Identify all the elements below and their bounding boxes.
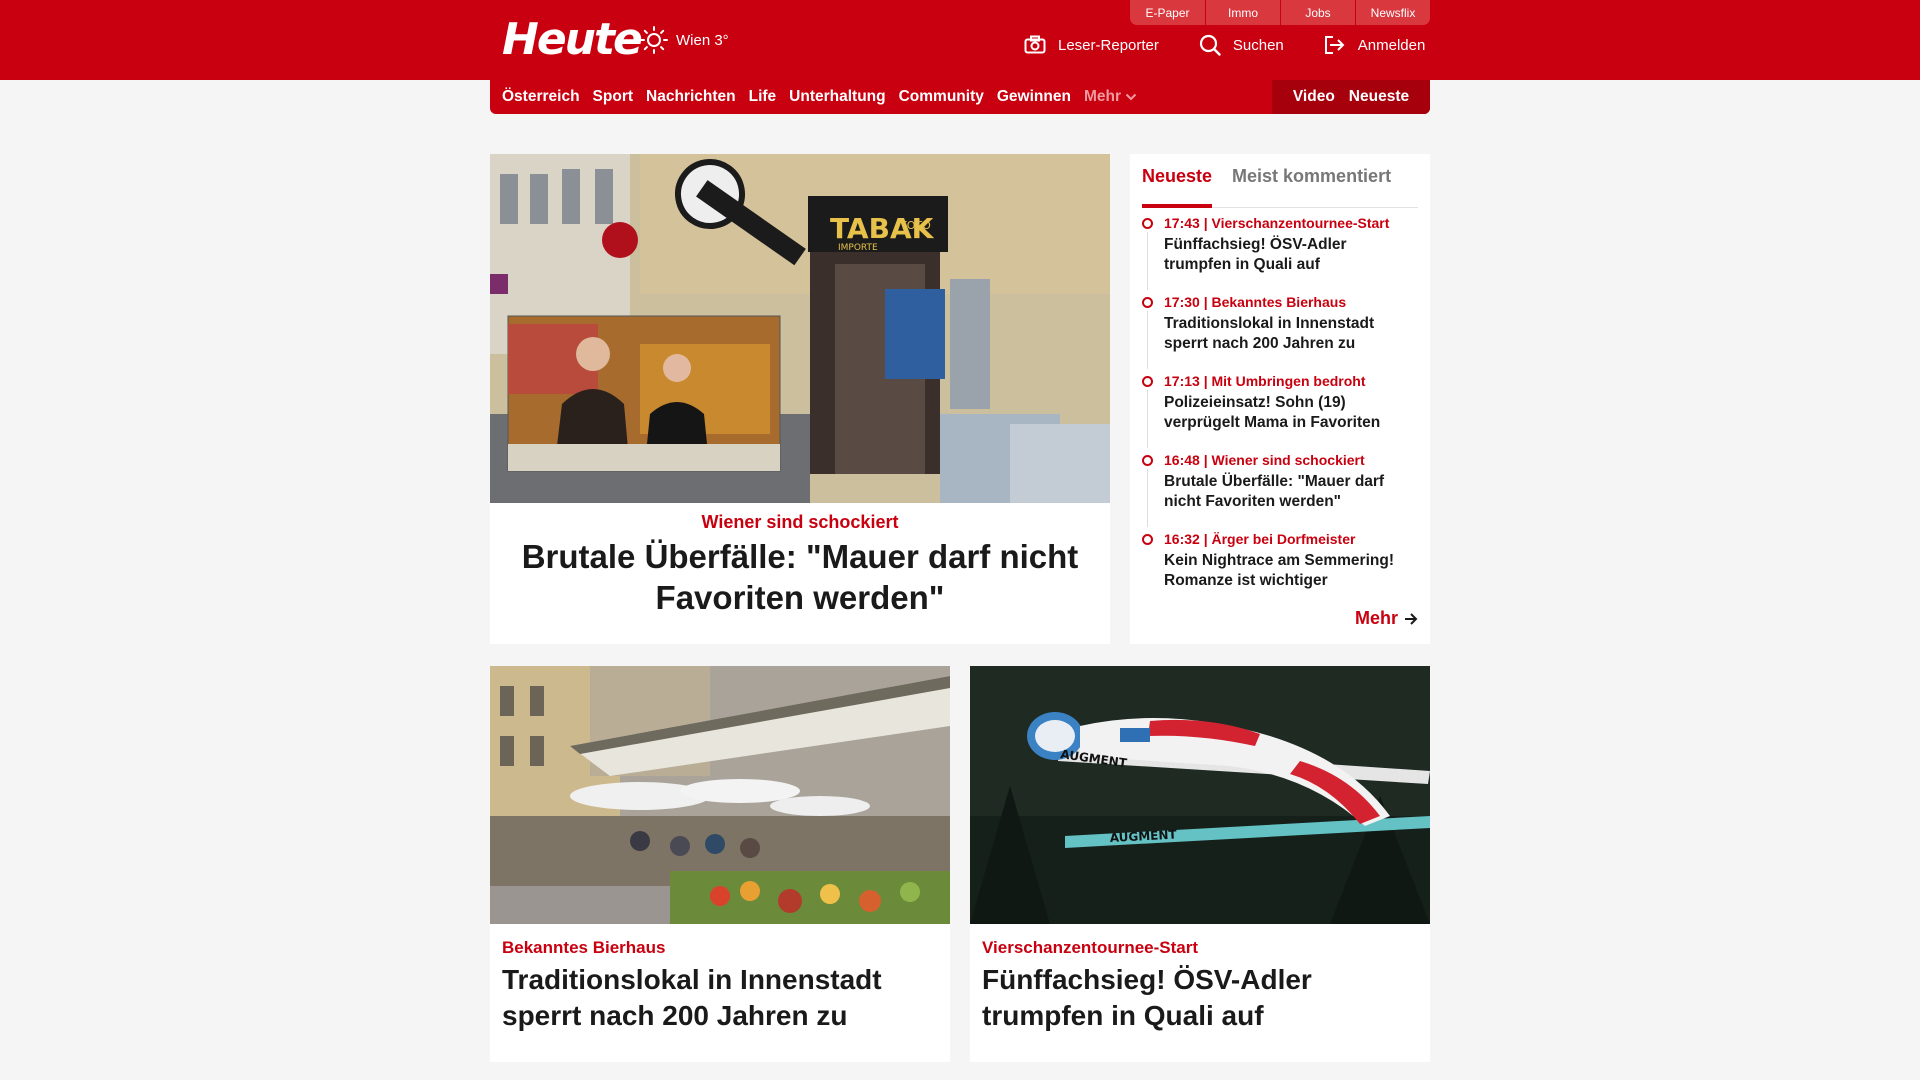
feed-item[interactable]: 17:30 | Bekanntes Bierhaus Traditionslok… xyxy=(1142,293,1418,372)
feed-item[interactable]: 17:43 | Vierschanzentournee-Start Fünffa… xyxy=(1142,214,1418,293)
sun-icon xyxy=(640,26,668,54)
login-label: Anmelden xyxy=(1357,36,1426,54)
article-card[interactable]: AUGMENT AUGMENT Vierschanzentournee-Star… xyxy=(970,666,1430,1062)
nav-neueste-link[interactable]: Neueste xyxy=(1349,88,1409,106)
timeline-dot xyxy=(1142,218,1153,229)
card-kicker: Vierschanzentournee-Start xyxy=(982,938,1199,957)
tab-neueste[interactable]: Neueste xyxy=(1142,164,1213,208)
sidebar-more-label: Mehr xyxy=(1354,608,1398,628)
login-icon xyxy=(1324,36,1345,54)
feed-title[interactable]: Fünffachsieg! ÖSV-Adler trumpfen in Qual… xyxy=(1164,235,1418,275)
leser-reporter-label: Leser-Reporter xyxy=(1058,36,1159,54)
card-kicker: Bekanntes Bierhaus xyxy=(502,938,666,957)
utility-tabs: E-Paper Immo Jobs Newsflix xyxy=(1130,0,1430,25)
search-label: Suchen xyxy=(1232,36,1284,54)
nav-item-unterhaltung[interactable]: Unterhaltung xyxy=(789,88,885,106)
tab-meist-kommentiert[interactable]: Meist kommentiert xyxy=(1232,164,1391,207)
sidebar-tabs: Neueste Meist kommentiert xyxy=(1142,164,1418,208)
feed-meta: 17:13 | Mit Umbringen bedroht xyxy=(1164,373,1366,389)
feed-title[interactable]: Kein Nightrace am Semmering! Romanze ist… xyxy=(1164,551,1418,591)
news-feed: 17:43 | Vierschanzentournee-Start Fünffa… xyxy=(1142,214,1418,609)
feed-item[interactable]: 17:13 | Mit Umbringen bedroht Polizeiein… xyxy=(1142,372,1418,451)
toto-sign-text: TOTO xyxy=(899,219,931,232)
util-tab-immo[interactable]: Immo xyxy=(1205,0,1280,25)
article-card[interactable]: Bekanntes Bierhaus Traditionslokal in In… xyxy=(490,666,950,1062)
nav-video-link[interactable]: Video xyxy=(1293,88,1335,106)
util-tab-newsflix[interactable]: Newsflix xyxy=(1355,0,1430,25)
feed-meta: 16:32 | Ärger bei Dorfmeister xyxy=(1164,531,1356,547)
nav-right-group: Video Neueste xyxy=(1272,80,1430,114)
timeline-line xyxy=(1147,469,1148,527)
nav-item-life[interactable]: Life xyxy=(749,88,777,106)
feed-meta: 17:43 | Vierschanzentournee-Start xyxy=(1164,215,1390,231)
card-title[interactable]: Fünffachsieg! ÖSV-Adler trumpfen in Qual… xyxy=(982,962,1412,1034)
timeline-line xyxy=(1147,311,1148,369)
sidebar-more-link[interactable]: Mehr xyxy=(1355,608,1418,629)
nav-item-community[interactable]: Community xyxy=(899,88,984,106)
nav-item-nachrichten[interactable]: Nachrichten xyxy=(646,88,736,106)
search-button[interactable]: Suchen xyxy=(1199,34,1284,56)
leser-reporter-button[interactable]: Leser-Reporter xyxy=(1024,35,1159,55)
top-header xyxy=(0,0,1920,80)
hero-image[interactable]: TABAK IMPORTE TOTO xyxy=(490,154,1110,503)
timeline-dot xyxy=(1142,455,1153,466)
nav-more-dropdown[interactable]: Mehr xyxy=(1084,88,1137,106)
site-logo[interactable]: Heute xyxy=(502,14,643,65)
feed-title[interactable]: Traditionslokal in Innenstadt sperrt nac… xyxy=(1164,314,1418,354)
card-image-ski-jumper[interactable]: AUGMENT AUGMENT xyxy=(970,666,1430,924)
util-tab-epaper[interactable]: E-Paper xyxy=(1130,0,1205,25)
weather-widget[interactable]: Wien 3° xyxy=(640,26,729,54)
arrow-right-icon xyxy=(1405,612,1418,625)
chevron-down-icon xyxy=(1125,93,1137,101)
card-image-market[interactable] xyxy=(490,666,950,924)
feed-title[interactable]: Polizeieinsatz! Sohn (19) verprügelt Mam… xyxy=(1164,393,1418,433)
timeline-dot xyxy=(1142,376,1153,387)
search-icon xyxy=(1199,34,1221,56)
hero-kicker: Wiener sind schockiert xyxy=(701,512,899,532)
util-tab-jobs[interactable]: Jobs xyxy=(1280,0,1355,25)
card-title[interactable]: Traditionslokal in Innenstadt sperrt nac… xyxy=(502,962,932,1034)
timeline-line xyxy=(1147,232,1148,290)
camera-icon xyxy=(1024,35,1046,54)
timeline-dot xyxy=(1142,297,1153,308)
feed-meta: 16:48 | Wiener sind schockiert xyxy=(1164,452,1365,468)
tabak-sign-sub: IMPORTE xyxy=(838,243,878,253)
timeline-line xyxy=(1147,390,1148,448)
hero-title[interactable]: Brutale Überfälle: "Mauer darf nicht Fav… xyxy=(510,536,1090,618)
feed-item[interactable]: 16:32 | Ärger bei Dorfmeister Kein Night… xyxy=(1142,530,1418,609)
latest-news-sidebar: Neueste Meist kommentiert 17:43 | Viersc… xyxy=(1130,154,1430,644)
nav-item-gewinnen[interactable]: Gewinnen xyxy=(997,88,1071,106)
feed-meta: 17:30 | Bekanntes Bierhaus xyxy=(1164,294,1347,310)
timeline-dot xyxy=(1142,534,1153,545)
feed-title[interactable]: Brutale Überfälle: "Mauer darf nicht Fav… xyxy=(1164,472,1418,512)
main-nav: Österreich Sport Nachrichten Life Unterh… xyxy=(490,80,1430,114)
nav-item-oesterreich[interactable]: Österreich xyxy=(502,88,580,106)
nav-item-sport[interactable]: Sport xyxy=(593,88,633,106)
hero-article[interactable]: TABAK IMPORTE TOTO Wiener sind schockier… xyxy=(490,154,1110,644)
feed-item[interactable]: 16:48 | Wiener sind schockiert Brutale Ü… xyxy=(1142,451,1418,530)
login-button[interactable]: Anmelden xyxy=(1324,35,1426,55)
header-actions: Leser-Reporter Suchen Anmelden xyxy=(1024,34,1425,56)
nav-more-label: Mehr xyxy=(1083,88,1121,105)
weather-label: Wien 3° xyxy=(676,31,729,49)
